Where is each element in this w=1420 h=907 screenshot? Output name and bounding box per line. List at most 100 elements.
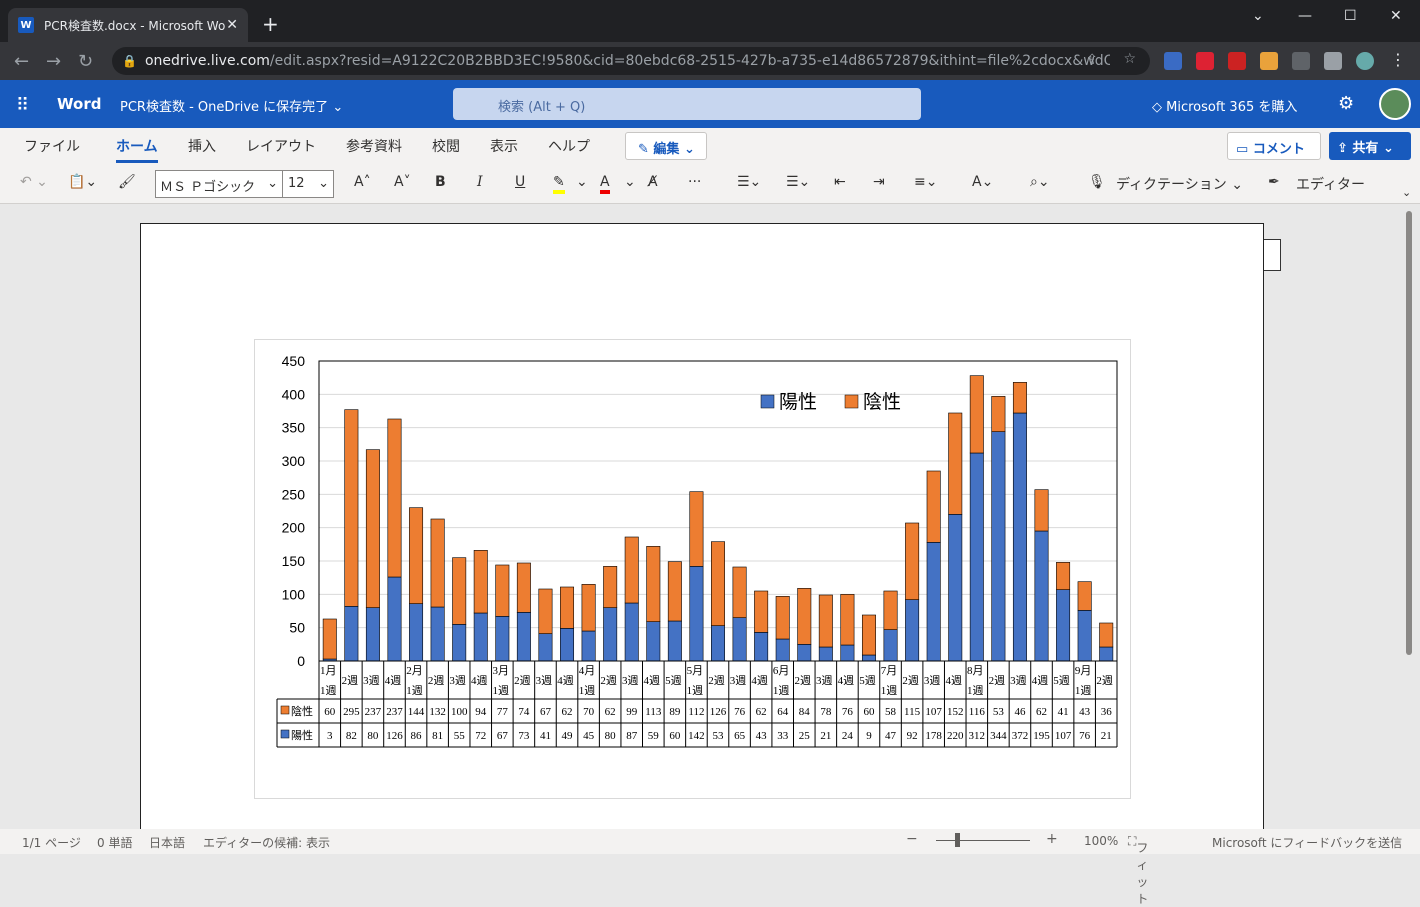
forward-icon[interactable]: →: [46, 51, 61, 72]
expand-ribbon-icon[interactable]: ⌄: [1402, 186, 1411, 199]
menu-dots-icon[interactable]: ⋮: [1390, 50, 1408, 69]
tab-search-icon[interactable]: ⌄: [1252, 8, 1264, 24]
document-title[interactable]: PCR検査数 - OneDrive に保存完了 ⌄: [120, 96, 343, 115]
profile-icon[interactable]: [1356, 52, 1374, 70]
sidepanel-icon[interactable]: [1324, 52, 1342, 70]
undo-icon[interactable]: ↶ ⌄: [20, 174, 48, 190]
app-name[interactable]: Word: [57, 95, 101, 113]
app-launcher-icon[interactable]: ⠿: [16, 95, 29, 116]
zoom-slider-thumb[interactable]: [955, 833, 960, 847]
close-tab-icon[interactable]: ✕: [226, 17, 238, 33]
reload-icon[interactable]: ↻: [78, 51, 93, 72]
table-value-positive: 59: [648, 730, 660, 742]
tab-references[interactable]: 参考資料: [346, 136, 402, 156]
chevron-down-icon[interactable]: ⌄: [576, 174, 588, 190]
font-color-icon[interactable]: A: [600, 174, 610, 194]
chart-frame[interactable]: 450 400 350 300 250 200 150 100 50 0 1月 1週 60 3 2週 295 8…: [254, 339, 1131, 799]
extension-icon[interactable]: [1164, 52, 1182, 70]
clear-format-icon[interactable]: A̸: [648, 174, 658, 190]
bar-positive: [365, 607, 380, 662]
tab-help[interactable]: ヘルプ: [548, 136, 590, 156]
zoom-slider[interactable]: [936, 840, 1030, 841]
table-value-negative: 116: [969, 706, 986, 718]
share-button[interactable]: ⇪ 共有 ⌄: [1329, 132, 1411, 160]
decrease-indent-icon[interactable]: ⇤: [834, 174, 846, 190]
minimize-button[interactable]: —: [1298, 8, 1312, 24]
x-category-label: 4週: [557, 674, 574, 687]
grow-font-icon[interactable]: A˄: [354, 174, 371, 190]
settings-gear-icon[interactable]: ⚙: [1338, 93, 1354, 114]
increase-indent-icon[interactable]: ⇥: [873, 174, 885, 190]
url-input[interactable]: 🔒 onedrive.live.com/edit.aspx?resid=A912…: [112, 47, 1150, 75]
font-name-select[interactable]: ＭＳ Ｐゴシック ⌄: [155, 170, 283, 198]
table-value-negative: 53: [993, 706, 1005, 718]
buy-m365-link[interactable]: ◇ Microsoft 365 を購入: [1152, 96, 1297, 115]
chevron-down-icon[interactable]: ⌄: [624, 174, 636, 190]
puzzle-icon[interactable]: [1292, 52, 1310, 70]
x-category-label: 3週: [924, 674, 941, 687]
align-icon[interactable]: ≡⌄: [914, 174, 937, 190]
tab-insert[interactable]: 挿入: [188, 136, 216, 156]
numbering-icon[interactable]: ☰⌄: [786, 174, 810, 190]
bar-positive: [387, 576, 402, 662]
x-category-label: 1週: [1075, 684, 1092, 697]
x-category-label: 3週: [363, 674, 380, 687]
extension-icon[interactable]: [1196, 52, 1214, 70]
doc-name: PCR検査数: [120, 100, 185, 115]
find-icon[interactable]: ⌕⌄: [1030, 174, 1050, 190]
font-size-select[interactable]: 12 ⌄: [282, 170, 334, 198]
table-value-positive: 55: [454, 730, 466, 742]
table-value-negative: 113: [645, 706, 662, 718]
styles-icon[interactable]: A⌄: [972, 174, 993, 190]
bookmark-star-icon[interactable]: ☆: [1123, 51, 1136, 67]
bullets-icon[interactable]: ☰⌄: [737, 174, 761, 190]
language[interactable]: 日本語: [149, 834, 185, 851]
side-tab[interactable]: [1264, 239, 1281, 271]
more-icon[interactable]: ···: [688, 174, 701, 190]
highlight-icon[interactable]: ✎: [553, 174, 565, 194]
bar-negative: [775, 596, 790, 640]
font-name: ＭＳ Ｐゴシック: [160, 180, 256, 195]
table-value-negative: 100: [451, 706, 468, 718]
zoom-out-icon[interactable]: −: [906, 831, 918, 847]
italic-icon[interactable]: I: [477, 174, 483, 190]
back-icon[interactable]: ←: [14, 51, 29, 72]
shrink-font-icon[interactable]: A˅: [394, 174, 411, 190]
tab-title: PCR検査数.docx - Microsoft Word: [44, 18, 227, 33]
vertical-scrollbar[interactable]: [1406, 211, 1412, 655]
new-tab-button[interactable]: +: [262, 12, 279, 36]
comment-button[interactable]: ▭ コメント: [1227, 132, 1321, 160]
bar-negative: [452, 557, 467, 625]
extension-icon[interactable]: [1260, 52, 1278, 70]
editor-button[interactable]: エディター: [1296, 174, 1365, 194]
bold-icon[interactable]: B: [435, 174, 446, 190]
search-box[interactable]: 検索 (Alt + Q): [453, 88, 921, 120]
share-page-icon[interactable]: ⇪: [1086, 52, 1098, 68]
underline-icon[interactable]: U: [515, 174, 525, 190]
format-painter-icon[interactable]: 🖌: [118, 174, 136, 190]
tab-layout[interactable]: レイアウト: [246, 136, 316, 156]
paste-icon[interactable]: 📋⌄: [68, 174, 97, 190]
user-avatar[interactable]: [1379, 88, 1411, 120]
zoom-in-icon[interactable]: +: [1046, 831, 1058, 847]
dictate-button[interactable]: ディクテーション ⌄: [1116, 174, 1243, 194]
browser-tab[interactable]: W PCR検査数.docx - Microsoft Word ✕: [8, 8, 248, 42]
close-window-button[interactable]: ✕: [1390, 8, 1402, 24]
tab-home[interactable]: ホーム: [116, 136, 158, 163]
extension-icon[interactable]: [1228, 52, 1246, 70]
tab-view[interactable]: 表示: [490, 136, 518, 156]
tab-review[interactable]: 校閲: [432, 136, 460, 156]
bar-positive: [711, 625, 725, 662]
maximize-button[interactable]: ☐: [1344, 8, 1357, 24]
edit-mode-button[interactable]: ✎ 編集 ⌄: [625, 132, 707, 160]
table-value-positive: 24: [842, 730, 854, 742]
editor-pen-icon[interactable]: ✒: [1268, 174, 1280, 190]
microphone-icon[interactable]: 🎙: [1088, 174, 1106, 190]
feedback-link[interactable]: Microsoft にフィードバックを送信: [1212, 834, 1402, 851]
table-value-positive: 76: [1079, 730, 1091, 742]
editor-suggestions[interactable]: エディターの候補: 表示: [203, 834, 330, 851]
table-value-positive: 72: [475, 730, 486, 742]
fit-button[interactable]: ⛶ フィット: [1128, 834, 1148, 906]
tab-file[interactable]: ファイル: [24, 136, 80, 156]
zoom-level[interactable]: 100%: [1084, 834, 1118, 848]
